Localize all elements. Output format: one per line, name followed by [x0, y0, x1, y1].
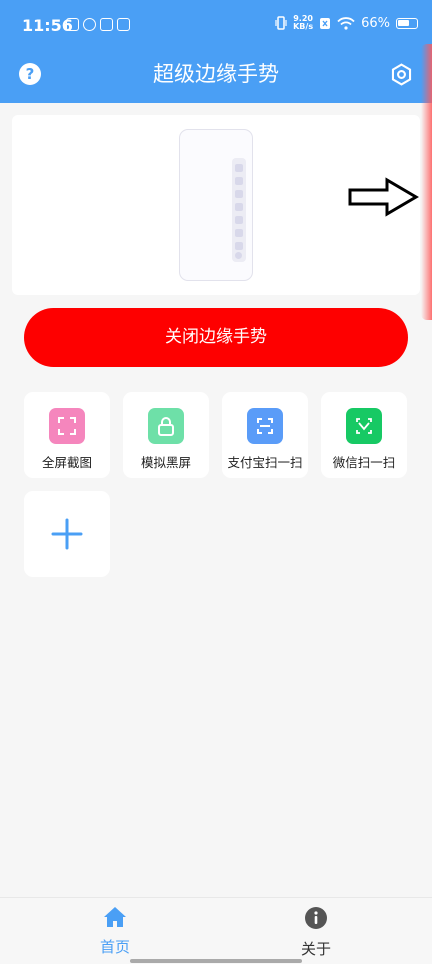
- shortcut-label: 微信扫一扫: [332, 455, 396, 470]
- nav-tab-about[interactable]: 关于: [266, 906, 366, 959]
- shortcut-fullscreen-screenshot[interactable]: 全屏截图: [24, 392, 110, 478]
- add-shortcut-button[interactable]: [24, 491, 110, 577]
- scan-icon: [247, 408, 283, 444]
- notification-app-icon: [66, 18, 79, 31]
- battery-level: [398, 19, 409, 26]
- system-icons: 9.20 KB/s 66%: [275, 15, 418, 31]
- notification-app-icon: [83, 18, 96, 31]
- nav-tab-home[interactable]: 首页: [65, 906, 165, 957]
- notification-app-icon: [117, 18, 130, 31]
- notification-icons: [66, 18, 130, 31]
- edge-gesture-strip: [232, 158, 246, 262]
- nav-tab-label: 首页: [99, 938, 130, 956]
- strip-dot: [235, 252, 242, 259]
- shortcut-alipay-scan[interactable]: 支付宝扫一扫: [222, 392, 308, 478]
- shortcut-label: 全屏截图: [41, 455, 92, 470]
- shortcut-label: 模拟黑屏: [140, 455, 191, 470]
- status-bar: 11:56 9.20 KB/s 66%: [0, 0, 432, 50]
- settings-icon[interactable]: [389, 62, 414, 87]
- phone-illustration: [179, 129, 253, 281]
- shortcut-label: 支付宝扫一扫: [227, 455, 303, 470]
- bottom-navigation: 首页 关于: [0, 897, 432, 964]
- network-speed-unit: KB/s: [293, 22, 314, 31]
- app-header: 11:56 9.20 KB/s 66% ? 超级边缘手势: [0, 0, 432, 103]
- notification-app-icon: [100, 18, 113, 31]
- network-speed: 9.20 KB/s: [293, 15, 313, 31]
- edge-gesture-bar[interactable]: [421, 44, 432, 320]
- lock-icon: [148, 408, 184, 444]
- sim-icon: [320, 17, 331, 29]
- shortcut-wechat-scan[interactable]: 微信扫一扫: [321, 392, 407, 478]
- page-title: 超级边缘手势: [153, 62, 279, 86]
- strip-dot: [235, 164, 243, 172]
- strip-dot: [235, 190, 243, 198]
- nav-tab-label: 关于: [300, 940, 331, 958]
- battery-icon: [396, 17, 418, 29]
- vibrate-icon: [275, 16, 287, 30]
- info-icon: [305, 907, 327, 929]
- swipe-arrow-icon: [348, 177, 419, 217]
- toggle-edge-gesture-button[interactable]: 关闭边缘手势: [24, 308, 408, 367]
- wifi-icon: [337, 16, 355, 30]
- strip-dot: [235, 177, 243, 185]
- strip-dot: [235, 229, 243, 237]
- battery-percent: 66%: [361, 15, 390, 31]
- strip-dot: [235, 203, 243, 211]
- scan-frame-icon: [346, 408, 382, 444]
- strip-dot: [235, 216, 243, 224]
- strip-dot: [235, 242, 243, 250]
- home-indicator: [130, 959, 302, 963]
- home-icon: [104, 907, 126, 927]
- screenshot-icon: [49, 408, 85, 444]
- plus-icon: [51, 518, 83, 550]
- shortcut-simulate-black-screen[interactable]: 模拟黑屏: [123, 392, 209, 478]
